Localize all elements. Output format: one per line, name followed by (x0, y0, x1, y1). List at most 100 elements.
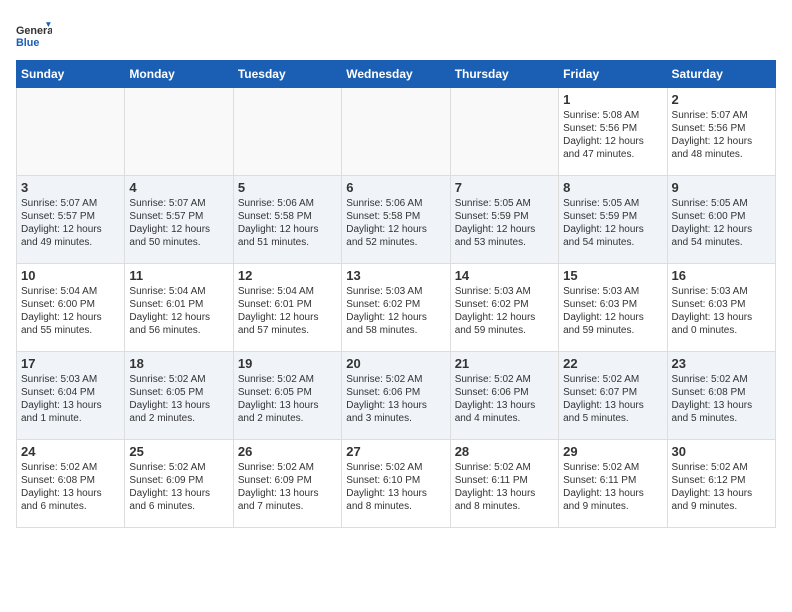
day-info-line: Sunset: 6:03 PM (672, 298, 771, 311)
calendar-day-header: Wednesday (342, 61, 450, 88)
day-info-line: Sunrise: 5:02 AM (455, 373, 554, 386)
day-number: 12 (238, 268, 337, 283)
calendar-week-row: 1Sunrise: 5:08 AMSunset: 5:56 PMDaylight… (17, 88, 776, 176)
day-info-line: Sunrise: 5:02 AM (238, 373, 337, 386)
calendar-day-cell: 7Sunrise: 5:05 AMSunset: 5:59 PMDaylight… (450, 176, 558, 264)
day-info-line: Sunset: 5:56 PM (563, 122, 662, 135)
day-info-line: Sunset: 6:09 PM (129, 474, 228, 487)
svg-text:Blue: Blue (16, 37, 39, 49)
day-info-line: and 52 minutes. (346, 236, 445, 249)
day-info-line: Daylight: 12 hours (455, 311, 554, 324)
calendar-day-cell: 30Sunrise: 5:02 AMSunset: 6:12 PMDayligh… (667, 440, 775, 528)
day-info-line: Sunset: 6:07 PM (563, 386, 662, 399)
calendar-week-row: 24Sunrise: 5:02 AMSunset: 6:08 PMDayligh… (17, 440, 776, 528)
day-info-line: and 1 minute. (21, 412, 120, 425)
day-info-line: and 8 minutes. (346, 500, 445, 513)
day-info-line: Sunset: 6:11 PM (455, 474, 554, 487)
day-number: 8 (563, 180, 662, 195)
day-info-line: Sunrise: 5:05 AM (672, 197, 771, 210)
day-info-line: Sunset: 6:05 PM (238, 386, 337, 399)
day-number: 7 (455, 180, 554, 195)
calendar-day-cell: 12Sunrise: 5:04 AMSunset: 6:01 PMDayligh… (233, 264, 341, 352)
day-info-line: Daylight: 12 hours (455, 223, 554, 236)
day-info-line: Sunset: 6:09 PM (238, 474, 337, 487)
day-info-line: Sunrise: 5:02 AM (563, 461, 662, 474)
day-info-line: Sunset: 6:06 PM (455, 386, 554, 399)
day-number: 15 (563, 268, 662, 283)
day-info-line: Daylight: 12 hours (238, 311, 337, 324)
day-info-line: Sunrise: 5:02 AM (129, 461, 228, 474)
day-info-line: Sunrise: 5:03 AM (672, 285, 771, 298)
day-number: 18 (129, 356, 228, 371)
day-info-line: Daylight: 12 hours (129, 311, 228, 324)
day-info-line: Sunrise: 5:02 AM (563, 373, 662, 386)
day-number: 22 (563, 356, 662, 371)
day-number: 6 (346, 180, 445, 195)
day-info-line: Sunrise: 5:06 AM (238, 197, 337, 210)
day-number: 2 (672, 92, 771, 107)
day-info-line: and 9 minutes. (563, 500, 662, 513)
day-info-line: and 49 minutes. (21, 236, 120, 249)
day-info-line: and 8 minutes. (455, 500, 554, 513)
calendar-week-row: 17Sunrise: 5:03 AMSunset: 6:04 PMDayligh… (17, 352, 776, 440)
day-info-line: and 55 minutes. (21, 324, 120, 337)
day-info-line: Daylight: 12 hours (346, 311, 445, 324)
day-number: 16 (672, 268, 771, 283)
day-info-line: Sunset: 6:11 PM (563, 474, 662, 487)
day-info-line: and 7 minutes. (238, 500, 337, 513)
day-info-line: Daylight: 13 hours (672, 311, 771, 324)
calendar-day-cell: 19Sunrise: 5:02 AMSunset: 6:05 PMDayligh… (233, 352, 341, 440)
calendar-day-cell: 25Sunrise: 5:02 AMSunset: 6:09 PMDayligh… (125, 440, 233, 528)
calendar-week-row: 3Sunrise: 5:07 AMSunset: 5:57 PMDaylight… (17, 176, 776, 264)
day-info-line: Sunrise: 5:02 AM (21, 461, 120, 474)
day-info-line: Sunrise: 5:02 AM (672, 373, 771, 386)
day-info-line: Daylight: 13 hours (346, 399, 445, 412)
day-info-line: Sunrise: 5:02 AM (129, 373, 228, 386)
calendar-day-cell: 9 Sunrise: 5:05 AMSunset: 6:00 PMDaylight… (667, 176, 775, 264)
day-number: 25 (129, 444, 228, 459)
day-info-line: Daylight: 13 hours (563, 487, 662, 500)
calendar-day-cell: 27Sunrise: 5:02 AMSunset: 6:10 PMDayligh… (342, 440, 450, 528)
calendar-table: SundayMondayTuesdayWednesdayThursdayFrid… (16, 60, 776, 528)
day-number: 9 (672, 180, 771, 195)
day-info-line: Sunset: 5:57 PM (21, 210, 120, 223)
day-info-line: Daylight: 13 hours (129, 399, 228, 412)
day-info-line: and 54 minutes. (672, 236, 771, 249)
day-number: 29 (563, 444, 662, 459)
day-number: 5 (238, 180, 337, 195)
day-info-line: and 56 minutes. (129, 324, 228, 337)
day-info-line: Daylight: 12 hours (21, 311, 120, 324)
day-info-line: and 51 minutes. (238, 236, 337, 249)
calendar-day-header: Sunday (17, 61, 125, 88)
day-number: 28 (455, 444, 554, 459)
calendar-day-header: Tuesday (233, 61, 341, 88)
day-info-line: Daylight: 12 hours (672, 223, 771, 236)
day-info-line: Sunset: 6:01 PM (238, 298, 337, 311)
day-number: 20 (346, 356, 445, 371)
calendar-day-cell (125, 88, 233, 176)
day-info-line: Sunset: 6:06 PM (346, 386, 445, 399)
calendar-day-cell: 22Sunrise: 5:02 AMSunset: 6:07 PMDayligh… (559, 352, 667, 440)
calendar-day-cell: 17Sunrise: 5:03 AMSunset: 6:04 PMDayligh… (17, 352, 125, 440)
calendar-day-cell: 2Sunrise: 5:07 AMSunset: 5:56 PMDaylight… (667, 88, 775, 176)
day-info-line: Sunrise: 5:02 AM (238, 461, 337, 474)
calendar-day-header: Monday (125, 61, 233, 88)
day-info-line: and 59 minutes. (455, 324, 554, 337)
day-info-line: Sunset: 6:01 PM (129, 298, 228, 311)
day-info-line: Sunset: 6:03 PM (563, 298, 662, 311)
day-info-line: Daylight: 13 hours (21, 399, 120, 412)
day-info-line: Sunset: 6:00 PM (672, 210, 771, 223)
day-number: 17 (21, 356, 120, 371)
day-info-line: and 9 minutes. (672, 500, 771, 513)
day-info-line: Sunrise: 5:03 AM (346, 285, 445, 298)
day-number: 30 (672, 444, 771, 459)
calendar-day-cell (233, 88, 341, 176)
calendar-day-cell: 5Sunrise: 5:06 AMSunset: 5:58 PMDaylight… (233, 176, 341, 264)
day-number: 14 (455, 268, 554, 283)
day-info-line: Sunrise: 5:04 AM (129, 285, 228, 298)
day-info-line: Daylight: 13 hours (346, 487, 445, 500)
calendar-day-cell: 4Sunrise: 5:07 AMSunset: 5:57 PMDaylight… (125, 176, 233, 264)
day-info-line: and 5 minutes. (563, 412, 662, 425)
calendar-day-cell: 29 Sunrise: 5:02 AMSunset: 6:11 PMDayligh… (559, 440, 667, 528)
day-info-line: Sunset: 5:57 PM (129, 210, 228, 223)
